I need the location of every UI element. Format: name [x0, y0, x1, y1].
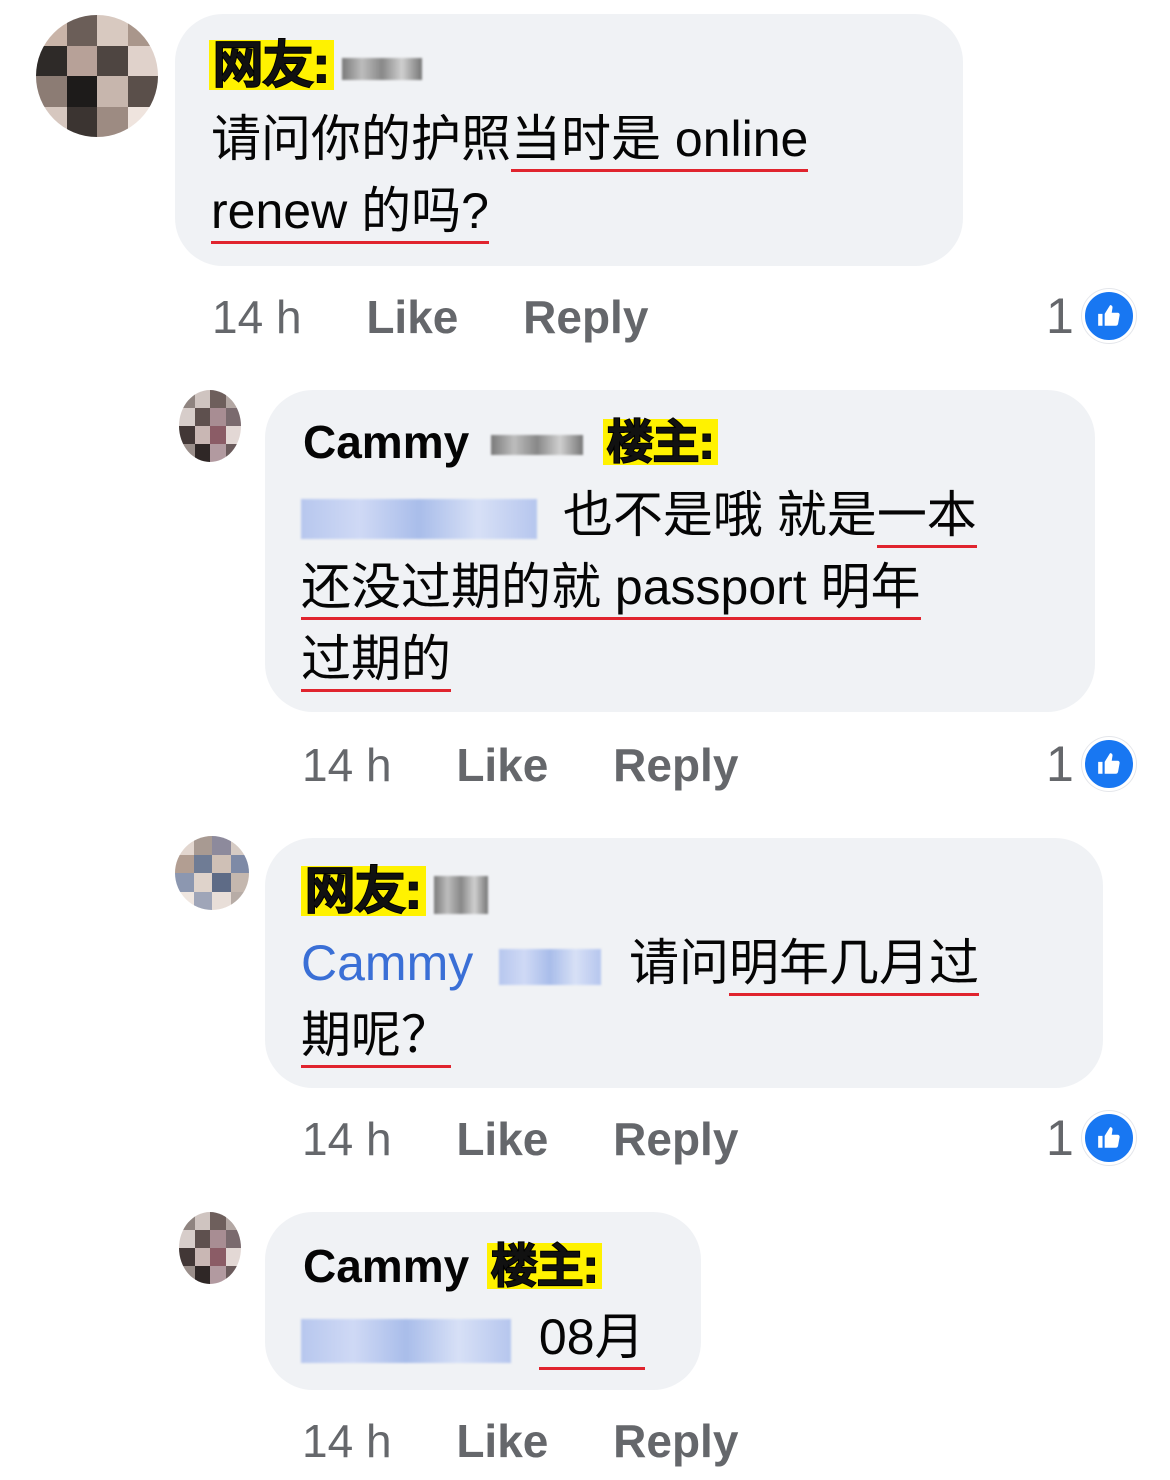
like-button[interactable]: Like: [366, 291, 458, 343]
like-button[interactable]: Like: [456, 1113, 548, 1165]
comment-text: 请问你的护照: [211, 111, 511, 167]
reply-button[interactable]: Reply: [613, 739, 738, 791]
reaction-count[interactable]: 1: [1046, 1109, 1136, 1167]
avatar[interactable]: [36, 15, 158, 137]
comment-text: 也不是哦 就是: [562, 487, 877, 543]
comment-text-underlined: 当时是 online: [511, 111, 809, 172]
user-tag: 楼主:: [487, 1242, 603, 1290]
comment-actions: 14 h Like Reply: [302, 1414, 738, 1468]
reply-button[interactable]: Reply: [523, 291, 648, 343]
blurred-name: [341, 57, 422, 80]
thumbs-up-icon: [1081, 1111, 1136, 1165]
comment-text-underlined: 一本: [876, 487, 977, 548]
reaction-count[interactable]: 1: [1046, 735, 1136, 793]
avatar[interactable]: [179, 390, 241, 462]
blurred-name: [433, 875, 488, 914]
blurred-mention: [301, 498, 537, 539]
avatar[interactable]: [179, 1212, 241, 1284]
user-tag: 网友:: [301, 865, 426, 917]
comment-text-underlined: 08月: [538, 1309, 645, 1370]
author-name[interactable]: Cammy: [303, 1240, 469, 1292]
comment-text-underlined: 过期的: [301, 631, 451, 692]
timestamp: 14 h: [302, 739, 392, 791]
timestamp: 14 h: [302, 1415, 392, 1467]
thumbs-up-icon: [1081, 737, 1136, 791]
author-name[interactable]: Cammy: [303, 416, 469, 468]
user-tag: 楼主:: [603, 418, 719, 466]
user-tag: 网友:: [209, 39, 334, 91]
blurred-name: [491, 434, 584, 455]
comment-bubble: Cammy 楼主: 08月: [265, 1212, 701, 1390]
thumbs-up-icon: [1081, 289, 1136, 343]
reply-button[interactable]: Reply: [613, 1415, 738, 1467]
reaction-count[interactable]: 1: [1046, 287, 1136, 345]
comment-actions: 14 h Like Reply: [302, 1112, 738, 1166]
comment-bubble: 网友: 请问你的护照当时是 online renew 的吗?: [175, 14, 963, 266]
blurred-mention: [499, 948, 602, 985]
comment-bubble: Cammy 楼主: 也不是哦 就是一本 还没过期的就 passport 明年 过…: [265, 390, 1095, 712]
reaction-number: 1: [1046, 1110, 1074, 1166]
blurred-mention: [301, 1318, 511, 1363]
reaction-number: 1: [1046, 288, 1074, 344]
comment-text-underlined: 期呢？: [301, 1007, 451, 1068]
comment-text-underlined: 还没过期的就 passport 明年: [301, 559, 921, 620]
comment-actions: 14 h Like Reply: [302, 738, 738, 792]
comment-actions: 14 h Like Reply: [212, 290, 648, 344]
timestamp: 14 h: [302, 1113, 392, 1165]
comment-text-underlined: 明年几月过: [729, 935, 980, 996]
timestamp: 14 h: [212, 291, 302, 343]
like-button[interactable]: Like: [456, 739, 548, 791]
reply-button[interactable]: Reply: [613, 1113, 738, 1165]
comment-text: 请问: [629, 935, 730, 991]
comment-text-underlined: renew 的吗?: [211, 183, 489, 244]
reaction-number: 1: [1046, 736, 1074, 792]
comment-bubble: 网友: Cammy 请问明年几月过 期呢？: [265, 838, 1103, 1088]
like-button[interactable]: Like: [456, 1415, 548, 1467]
avatar[interactable]: [175, 836, 249, 910]
mention-link[interactable]: Cammy: [301, 935, 473, 991]
